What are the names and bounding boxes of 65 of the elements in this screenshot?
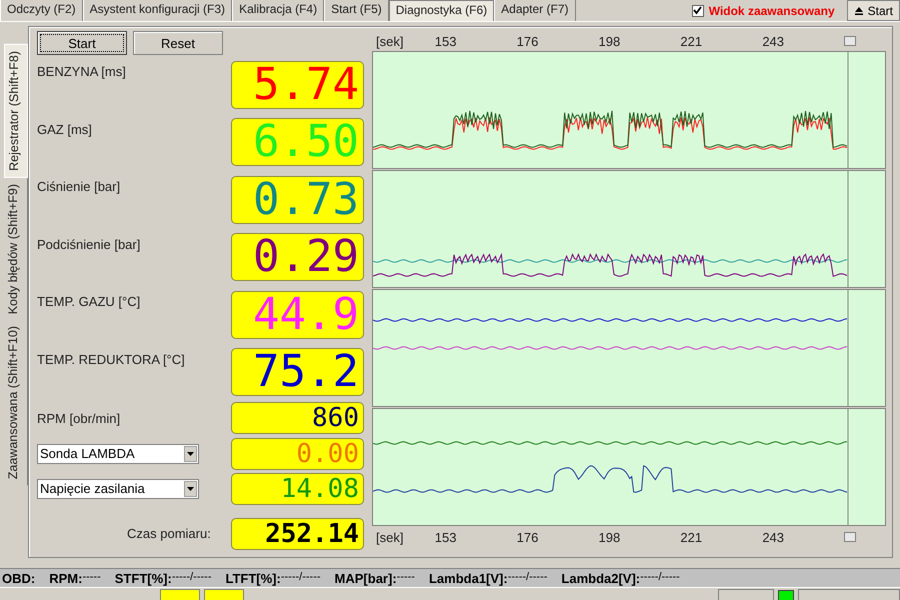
button[interactable]: Start [37, 31, 127, 55]
axis-tick: 221 [680, 34, 704, 48]
axis-tick: 153 [434, 530, 458, 544]
scroll-handle[interactable] [844, 36, 856, 46]
reading-label: Czas pomiaru: [127, 526, 211, 542]
indicator-light [778, 590, 794, 600]
reading-value: 75.2 [253, 350, 359, 394]
reading-label: RPM [obr/min] [37, 410, 120, 426]
axis-tick: 176 [516, 34, 540, 48]
axis-tick: 176 [516, 530, 540, 544]
obd-value: -----/----- [508, 570, 548, 584]
obd-value: -----/----- [640, 570, 680, 584]
checkbox[interactable] [692, 4, 704, 16]
dropdown[interactable]: Sonda LAMBDA [37, 444, 199, 464]
tab[interactable]: Asystent konfiguracji (F3) [82, 0, 232, 21]
tab[interactable]: Odczyty (F2) [0, 0, 83, 21]
obd-value: -----/----- [280, 570, 321, 584]
axis-tick: 243 [762, 530, 786, 544]
obd-label: MAP[bar]: [334, 570, 397, 586]
dropdown[interactable]: Napięcie zasilania [37, 478, 199, 499]
reading-label: Ciśnienie [bar] [37, 179, 120, 194]
reading-label: GAZ [ms] [37, 122, 92, 137]
reading-value: 14.08 [280, 476, 359, 502]
reading-value: 44.9 [253, 292, 359, 337]
obd-label: LTFT[%]: [226, 570, 281, 586]
tab[interactable]: Adapter (F7) [494, 0, 576, 21]
checkbox-label: Widok zaawansowany [708, 4, 835, 18]
reading-value: 252.14 [265, 520, 359, 547]
status-button[interactable] [160, 589, 200, 600]
reading-label: Podciśnienie [bar] [37, 236, 140, 252]
eject-icon [854, 6, 864, 16]
axis-unit: [sek] [375, 530, 404, 544]
reading-value: 860 [312, 405, 359, 432]
side-tab[interactable]: Rejestrator (Shift+F8) [4, 44, 28, 178]
tab[interactable]: Diagnostyka (F6) [388, 0, 494, 21]
button[interactable]: Reset [133, 31, 223, 55]
axis-tick: 198 [598, 530, 622, 544]
side-tab[interactable]: Kody błędów (Shift+F9) [4, 178, 28, 320]
obd-label: Lambda1[V]: [428, 570, 508, 586]
status-button[interactable] [204, 589, 244, 600]
reading-value: 6.50 [253, 120, 359, 164]
reading-value: 0.29 [253, 235, 359, 280]
axis-unit: [sek] [375, 34, 404, 48]
reading-label: TEMP. GAZU [°C] [37, 294, 140, 310]
axis-tick: 221 [680, 530, 704, 544]
start-button[interactable]: Start [846, 0, 900, 21]
tab[interactable]: Kalibracja (F4) [232, 0, 324, 21]
reading-label: TEMP. REDUKTORA [°C] [37, 352, 185, 366]
reading-value: 0.00 [296, 440, 359, 466]
status-panel [718, 589, 774, 600]
obd-title: OBD: [2, 570, 36, 586]
reading-value: 5.74 [253, 63, 359, 108]
side-tab[interactable]: Zaawansowana (Shift+F10) [4, 320, 28, 486]
axis-tick: 153 [434, 34, 458, 48]
obd-value: ----- [396, 570, 415, 584]
obd-value: ----- [82, 570, 101, 584]
axis-tick: 198 [598, 34, 622, 48]
reading-value: 0.73 [253, 178, 359, 222]
obd-value: -----/----- [172, 570, 212, 584]
reading-label: BENZYNA [ms] [37, 64, 126, 80]
scroll-handle[interactable] [844, 532, 856, 542]
axis-tick: 243 [762, 34, 786, 48]
obd-label: RPM: [49, 570, 82, 586]
obd-label: STFT[%]: [114, 570, 172, 586]
obd-label: Lambda2[V]: [561, 570, 640, 586]
